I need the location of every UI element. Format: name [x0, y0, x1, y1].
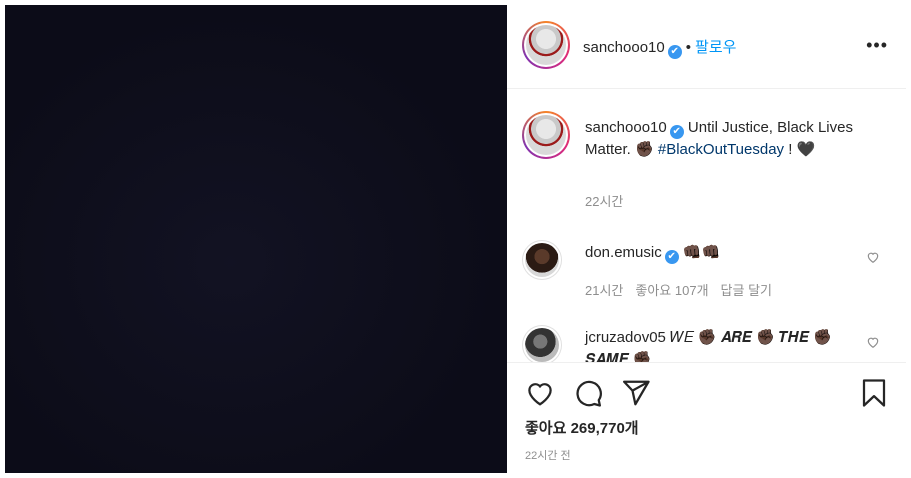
verified-badge-icon: ✔ — [669, 125, 684, 139]
follow-button[interactable]: 팔로우 — [695, 39, 736, 56]
post-actions: 좋아요 269,770개 22시간 전 — [507, 362, 906, 473]
comments-list[interactable]: sanchooo10 ✔ Until Justice, Black Lives M… — [507, 90, 906, 362]
caption-avatar[interactable] — [522, 111, 570, 159]
comment-like-count[interactable]: 좋아요 107개 — [635, 283, 708, 298]
bookmark-icon[interactable] — [859, 378, 889, 408]
comment-like-heart-icon[interactable] — [866, 250, 880, 264]
comment-text: jcruzadov05 𝑊𝐸 ✊🏿 𝑨𝑹𝑬 ✊🏿 𝑻𝑯𝑬 ✊🏿 𝑺𝑨𝑴𝑬 ✊🏿 — [585, 327, 865, 362]
more-options-icon[interactable]: ••• — [866, 35, 888, 56]
post-timestamp[interactable]: 22시간 전 — [525, 447, 571, 463]
comment-bubble-icon[interactable] — [573, 378, 603, 408]
hashtag-link[interactable]: #BlackOutTuesday — [658, 141, 784, 158]
like-count[interactable]: 좋아요 269,770개 — [525, 417, 639, 438]
post-side-panel: sanchooo10 ✔ • 팔로우 ••• sanchooo10 ✔ Until Ju… — [507, 5, 906, 473]
separator-dot: • — [685, 39, 692, 56]
author-header-line: sanchooo10 ✔ • 팔로우 — [583, 36, 736, 59]
paper-plane-icon[interactable] — [621, 378, 651, 408]
caption-tail: ! 🖤 — [784, 141, 816, 158]
verified-badge-icon: ✔ — [667, 45, 682, 59]
caption-text: sanchooo10 ✔ Until Justice, Black Lives M… — [585, 117, 885, 161]
verified-badge-icon: ✔ — [664, 250, 679, 264]
heart-outline-icon[interactable] — [525, 378, 555, 408]
commenter-avatar[interactable] — [522, 325, 562, 362]
caption-username[interactable]: sanchooo10 — [585, 119, 667, 136]
post-image[interactable] — [5, 5, 507, 473]
author-username[interactable]: sanchooo10 — [583, 39, 665, 56]
comment-timestamp[interactable]: 21시간 — [585, 283, 623, 298]
commenter-username[interactable]: jcruzadov05 — [585, 329, 666, 346]
reply-button[interactable]: 답글 달기 — [721, 283, 772, 298]
commenter-avatar[interactable] — [522, 240, 562, 280]
comment-body: 👊🏿👊🏿 — [682, 244, 721, 261]
commenter-username[interactable]: don.emusic — [585, 244, 662, 261]
caption-timestamp[interactable]: 22시간 — [585, 191, 623, 210]
comment-meta: 21시간 좋아요 107개 답글 달기 — [585, 280, 784, 299]
author-avatar[interactable] — [522, 21, 570, 69]
comment-text: don.emusic ✔ 👊🏿👊🏿 — [585, 242, 865, 264]
post-header: sanchooo10 ✔ • 팔로우 ••• — [507, 5, 906, 89]
comment-like-heart-icon[interactable] — [866, 335, 880, 349]
